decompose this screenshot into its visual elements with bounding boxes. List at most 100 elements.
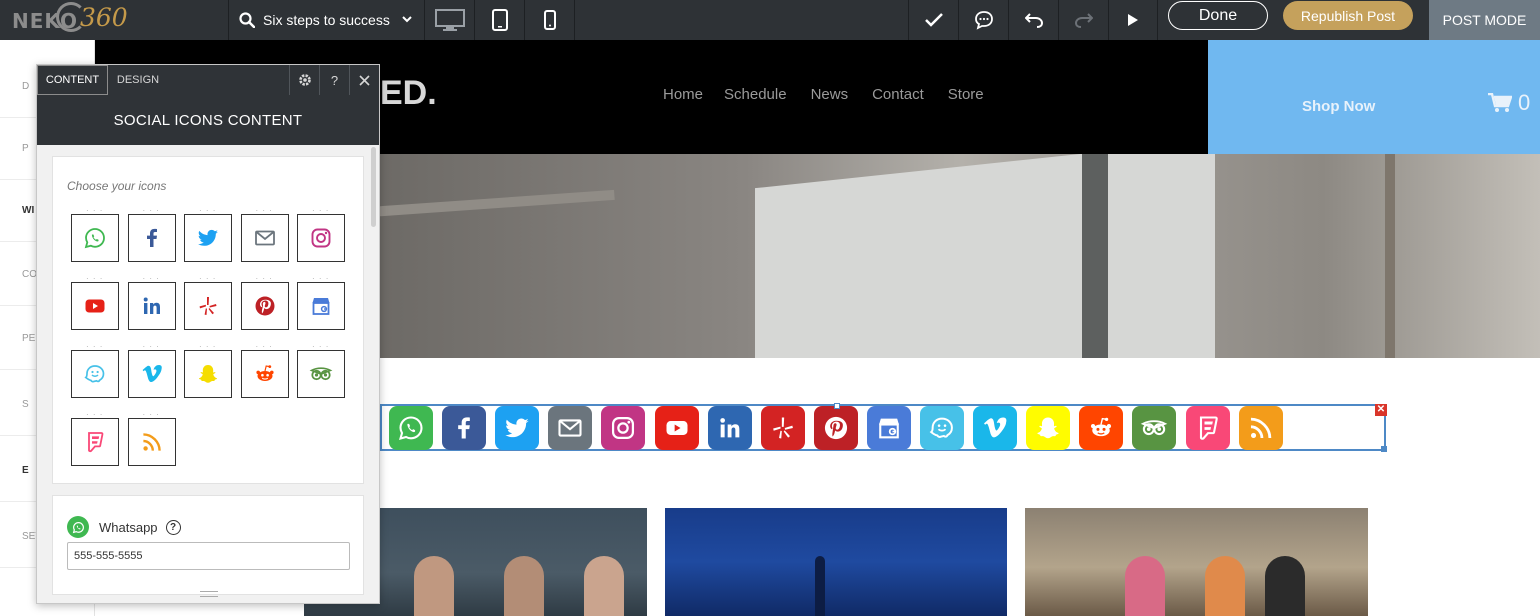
social-icons-widget[interactable]: ✕ [380,403,1387,452]
tripadvisor-icon [309,367,333,381]
shop-banner: Shop Now 0 [1208,40,1540,154]
foursquare-icon [1199,416,1218,440]
icon-option-yelp[interactable]: · · · [184,274,232,330]
icon-option-tripadvisor[interactable]: · · · [297,342,345,398]
social-link-email[interactable] [548,406,593,450]
icon-option-snapchat[interactable]: · · · [184,342,232,398]
drag-dots-icon: · · · [199,274,217,283]
social-link-google-business[interactable] [866,406,911,450]
social-item-header: Whatsapp ? [67,516,181,538]
icon-option-youtube[interactable]: · · · [71,274,119,330]
photo-figure-decoration [1205,556,1245,616]
icon-option-instagram[interactable]: · · · [297,206,345,262]
panel-close-button[interactable] [349,65,379,95]
panel-resize-handle[interactable] [200,591,218,597]
brand-logo[interactable]: NEKO 360 [0,0,228,40]
tablet-icon [491,9,508,31]
drag-dots-icon: · · · [312,342,330,351]
icon-option-foursquare[interactable]: · · · [71,410,119,466]
whatsapp-number-input[interactable] [67,542,350,570]
waze-icon [929,417,953,438]
site-logo[interactable]: ED. [380,74,437,113]
widget-close-icon[interactable]: ✕ [1375,404,1387,416]
done-button[interactable]: Done [1168,1,1268,30]
social-link-foursquare[interactable] [1185,406,1230,450]
icon-option-waze[interactable]: · · · [71,342,119,398]
youtube-icon [85,299,105,313]
tab-design[interactable]: DESIGN [108,65,168,95]
icon-option-vimeo[interactable]: · · · [127,342,176,398]
vimeo-icon [984,417,1007,438]
drag-dots-icon: · · · [255,274,273,283]
social-link-rss[interactable] [1238,406,1283,450]
icon-chooser: Choose your icons · · · · · · · · · · · · · … [52,156,364,484]
photo-figure-decoration [1125,556,1165,616]
page-selector-label: Six steps to success [263,12,390,28]
republish-post-button[interactable]: Republish Post [1283,1,1413,30]
email-icon [254,230,275,246]
social-link-waze[interactable] [920,406,964,450]
comments-button[interactable] [959,0,1008,40]
social-link-pinterest[interactable] [813,406,858,450]
reddit-icon [255,365,274,381]
panel-settings-button[interactable] [289,65,319,95]
tab-content[interactable]: CONTENT [37,65,108,95]
nav-home[interactable]: Home [663,86,703,103]
desktop-view-button[interactable] [425,0,474,40]
twitter-icon [197,229,218,246]
panel-help-button[interactable]: ? [319,65,349,95]
drag-dots-icon: · · · [255,206,273,215]
social-link-twitter[interactable] [495,406,540,450]
icon-option-rss[interactable]: · · · [127,410,176,466]
chat-bubble-icon [974,11,993,30]
panel-scrollbar[interactable] [371,147,376,227]
page-selector[interactable]: Six steps to success [229,0,424,40]
social-link-snapchat[interactable] [1026,406,1071,450]
post-mode-button[interactable]: POST MODE [1429,0,1540,40]
nav-contact[interactable]: Contact [872,86,924,103]
photo-figure-decoration [1265,556,1305,616]
nav-schedule[interactable]: Schedule [724,86,787,103]
nav-news[interactable]: News [811,86,849,103]
icon-option-twitter[interactable]: · · · [184,206,232,262]
social-link-facebook[interactable] [442,406,487,450]
help-icon[interactable]: ? [165,519,181,535]
nav-store[interactable]: Store [948,86,984,103]
icon-option-whatsapp[interactable]: · · · [71,206,119,262]
social-link-vimeo[interactable] [973,406,1018,450]
mobile-view-button[interactable] [525,0,574,40]
social-link-instagram[interactable] [601,406,646,450]
social-item-card: Whatsapp ? [52,495,364,595]
shop-now-button[interactable]: Shop Now [1302,98,1375,115]
vimeo-icon [142,364,162,382]
toolbar-divider [1157,0,1158,40]
email-icon [558,419,582,437]
tablet-view-button[interactable] [475,0,524,40]
widget-top-handle[interactable] [834,403,840,409]
cart-button[interactable]: 0 [1488,90,1530,116]
icon-option-facebook[interactable]: · · · [127,206,176,262]
icon-option-reddit[interactable]: · · · [240,342,289,398]
gallery-photo[interactable] [665,508,1007,616]
widget-resize-handle[interactable] [1381,446,1387,452]
social-link-yelp[interactable] [760,406,805,450]
drag-dots-icon: · · · [86,342,104,351]
undo-button[interactable] [1009,0,1058,40]
site-nav: Home Schedule News Contact Store [663,86,984,103]
drag-dots-icon: · · · [86,206,104,215]
icon-option-pinterest[interactable]: · · · [240,274,289,330]
icon-option-email[interactable]: · · · [240,206,289,262]
social-link-reddit[interactable] [1079,406,1124,450]
social-link-linkedin[interactable] [707,406,752,450]
icon-option-google-business[interactable]: · · · [297,274,345,330]
facebook-icon [458,417,470,439]
social-link-tripadvisor[interactable] [1132,406,1177,450]
social-icons-settings-panel: CONTENT DESIGN ? SOCIAL ICONS CONTENT Ch… [36,64,380,604]
gallery-photo[interactable] [1025,508,1368,616]
icon-option-linkedin[interactable]: · · · [127,274,176,330]
save-button[interactable] [909,0,958,40]
social-link-youtube[interactable] [654,406,699,450]
social-link-whatsapp[interactable] [389,406,433,450]
redo-button[interactable] [1059,0,1108,40]
preview-button[interactable] [1108,0,1157,40]
